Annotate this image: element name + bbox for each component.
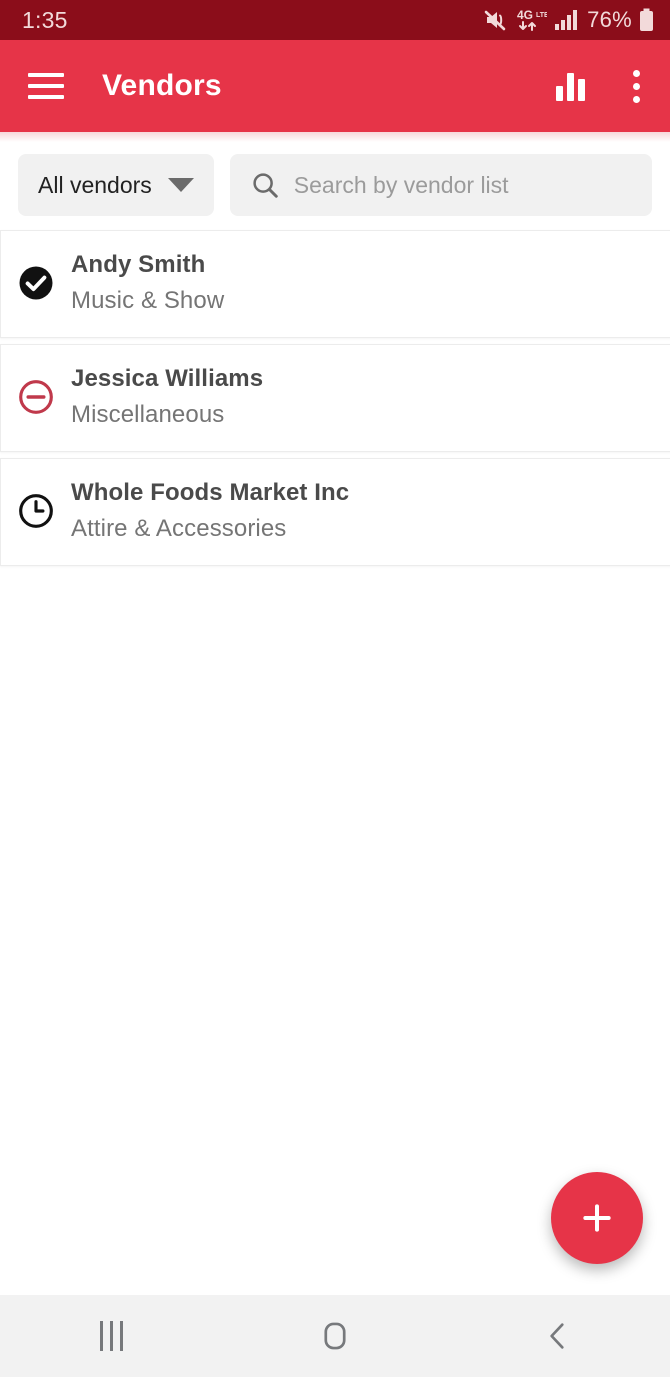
search-icon: [253, 173, 278, 198]
vendor-name: Whole Foods Market Inc: [71, 479, 350, 506]
home-button[interactable]: [223, 1319, 446, 1353]
vendor-name: Jessica Williams: [71, 365, 264, 392]
bar-chart-icon[interactable]: [556, 71, 585, 101]
hamburger-icon[interactable]: [28, 73, 64, 99]
4g-lte-data-icon: 4G LTE: [517, 8, 547, 31]
app-bar-actions: [556, 66, 644, 107]
system-nav-bar: [0, 1295, 670, 1377]
svg-text:4G: 4G: [517, 8, 533, 22]
recents-icon: [100, 1321, 124, 1351]
back-chevron-icon: [550, 1323, 564, 1349]
plus-icon: [583, 1204, 611, 1232]
battery-percent: 76%: [587, 7, 632, 32]
vendor-status: [1, 379, 71, 415]
home-icon: [324, 1322, 346, 1350]
vendor-category: Attire & Accessories: [71, 515, 287, 542]
search-input[interactable]: Search by vendor list: [229, 154, 652, 216]
vendor-category: Music & Show: [71, 287, 225, 314]
vendor-list-item[interactable]: Whole Foods Market Inc Attire & Accessor…: [0, 458, 670, 566]
overflow-menu-icon[interactable]: [629, 66, 644, 107]
page-title: Vendors: [102, 69, 222, 102]
vendor-name: Andy Smith: [71, 251, 206, 278]
status-time: 1:35: [22, 6, 68, 33]
vendor-list-item[interactable]: Andy Smith Music & Show: [0, 230, 670, 338]
vendor-list-item[interactable]: Jessica Williams Miscellaneous: [0, 344, 670, 452]
vendor-info: Andy Smith Music & Show: [71, 251, 224, 315]
svg-text:LTE: LTE: [536, 12, 547, 19]
app-bar: Vendors: [0, 40, 670, 132]
vendor-filter-dropdown[interactable]: All vendors: [18, 154, 214, 216]
app-bar-shadow: [0, 132, 670, 142]
signal-bars-icon: [555, 10, 578, 30]
minus-circle-outline-icon: [19, 380, 53, 414]
vendor-filter-label: All vendors: [38, 171, 152, 198]
vendor-status: [1, 493, 71, 529]
recents-button[interactable]: [0, 1321, 223, 1351]
back-button[interactable]: [447, 1319, 670, 1353]
filter-row: All vendors Search by vendor list: [0, 142, 670, 230]
vendor-list: Andy Smith Music & Show Jessica Williams…: [0, 230, 670, 566]
chevron-down-icon: [167, 178, 194, 192]
vendor-category: Miscellaneous: [71, 401, 225, 428]
check-circle-filled-icon: [19, 266, 53, 300]
vendor-info: Jessica Williams Miscellaneous: [71, 365, 263, 429]
battery-icon: [640, 8, 653, 31]
clock-outline-icon: [19, 494, 53, 528]
vendor-status: [1, 265, 71, 301]
search-placeholder: Search by vendor list: [293, 171, 509, 198]
status-bar: 1:35 4G LTE 76%: [0, 0, 670, 40]
phone-screen: 1:35 4G LTE 76% Vendors All vendors Sear…: [0, 0, 670, 1377]
mute-icon: [484, 10, 506, 31]
vendor-info: Whole Foods Market Inc Attire & Accessor…: [71, 479, 349, 543]
status-indicators: 4G LTE 76%: [484, 7, 654, 33]
add-vendor-button[interactable]: [551, 1172, 643, 1264]
